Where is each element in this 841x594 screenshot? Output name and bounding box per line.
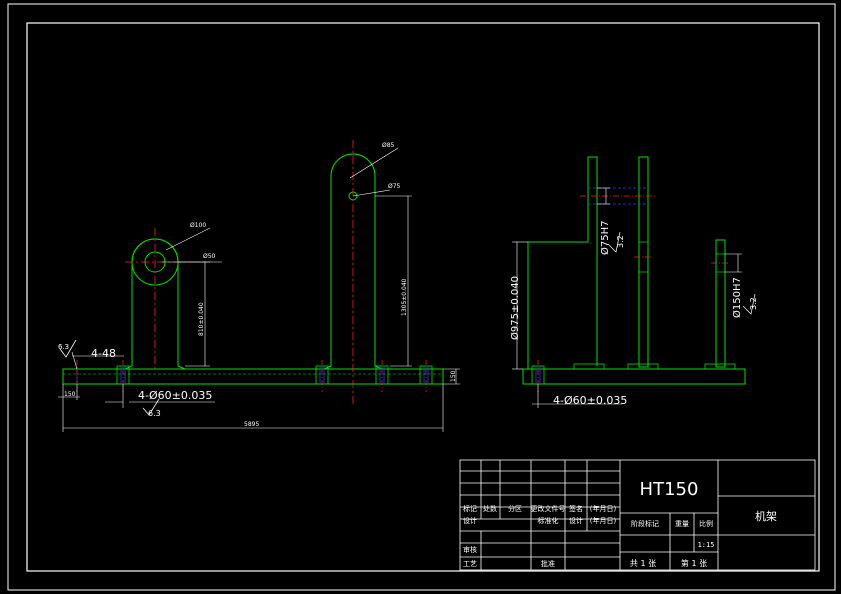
standardization-label: 标准化 [538, 516, 559, 525]
side-lower-bore-roughness: 3.2 [749, 297, 758, 310]
side-upper-bore-roughness: 3.2 [616, 235, 625, 248]
drawing-sheet: Ø100 Ø50 810±0.040 Ø85 Ø75 1305±0.040 15… [0, 0, 841, 594]
scale-value: 1:15 [698, 541, 715, 549]
left-edge-dim: 150 [64, 391, 76, 398]
design-label-2: 设计 [569, 516, 583, 525]
small-lug-hole-dia: Ø50 [203, 253, 216, 260]
header-label-date: (年月日) [590, 504, 617, 513]
overall-length: 5895 [244, 421, 259, 428]
header-label-count: 处数 [483, 504, 497, 513]
process-label: 工艺 [463, 560, 477, 568]
design-date-label: (年月日) [590, 516, 617, 525]
small-lug-outer-dia: Ø100 [190, 222, 206, 229]
sheets-total: 共 1 张 [630, 559, 656, 568]
header-labels: 标记 处数 分区 更改文件号 签名 (年月日) [463, 504, 616, 513]
stage-mark-label: 阶段标记 [631, 519, 659, 528]
large-lug-outer-dia: Ø85 [382, 142, 395, 149]
header-label-signature: 签名 [569, 504, 583, 513]
part-name: 机架 [755, 509, 777, 523]
weight-label: 重量 [675, 520, 689, 528]
small-lug-center-height: 810±0.040 [198, 302, 205, 336]
sheet-number: 第 1 张 [681, 558, 707, 568]
front-roughness-value-left: 6.3 [58, 343, 69, 351]
large-lug-hole-dia: Ø75 [388, 183, 401, 190]
design-label: 设计 [463, 516, 477, 525]
header-label-zone: 分区 [508, 504, 522, 513]
side-lower-bore-fit: Ø150H7 [731, 277, 743, 318]
side-left-height-dim: Ø975±0.040 [509, 276, 521, 340]
large-lug-center-height: 1305±0.040 [401, 278, 408, 316]
base-thickness: 150 [450, 370, 457, 382]
background [0, 0, 841, 594]
front-bolt-holes-callout: 4-Ø60±0.035 [138, 389, 212, 402]
left-hole-callout: 4-48 [91, 347, 116, 360]
review-label: 审核 [463, 545, 477, 554]
material: HT150 [640, 479, 699, 500]
scale-label: 比例 [699, 519, 713, 528]
header-label-mark: 标记 [463, 504, 477, 513]
header-label-change-doc: 更改文件号 [531, 504, 566, 513]
front-roughness-value-bottom: 6.3 [148, 409, 161, 418]
side-upper-bore-fit: Ø75H7 [599, 221, 611, 255]
side-bolt-holes-callout: 4-Ø60±0.035 [553, 394, 627, 407]
approve-label: 批准 [541, 559, 555, 568]
